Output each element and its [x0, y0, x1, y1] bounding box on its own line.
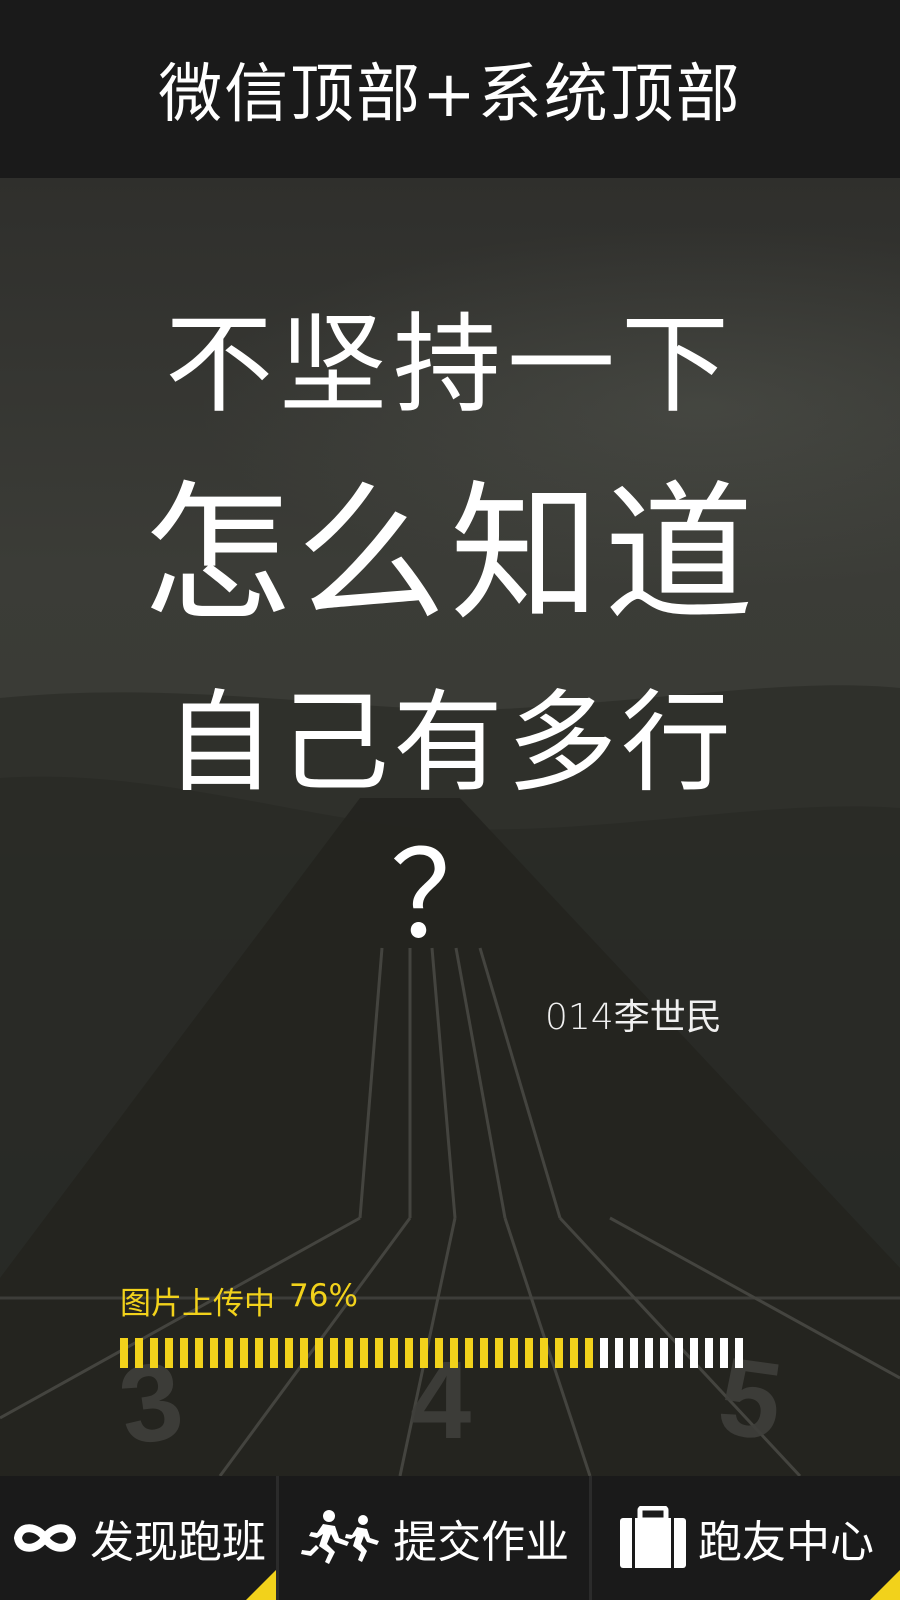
- progress-segment-filled: [285, 1338, 293, 1368]
- progress-segment-filled: [270, 1338, 278, 1368]
- upload-progress-bar: [120, 1338, 768, 1368]
- progress-segment-empty: [735, 1338, 743, 1368]
- progress-segment-filled: [390, 1338, 398, 1368]
- progress-segment-empty: [690, 1338, 698, 1368]
- hero-background: 3 4 5 不坚持一下 怎么知道 自己有多行 ？ 014李世民 图片上传中 76…: [0, 178, 900, 1476]
- progress-segment-filled: [225, 1338, 233, 1368]
- quote-line-1: 不坚持一下: [164, 303, 735, 428]
- upload-label-text: 图片上传中: [120, 1286, 275, 1322]
- progress-segment-filled: [300, 1338, 308, 1368]
- progress-segment-filled: [525, 1338, 533, 1368]
- tab-label: 跑友中心: [698, 1517, 875, 1568]
- tab-submit-homework[interactable]: 提交作业: [276, 1476, 589, 1600]
- progress-segment-empty: [645, 1338, 653, 1368]
- tab-runner-center[interactable]: 跑友中心: [589, 1476, 900, 1600]
- progress-segment-filled: [240, 1338, 248, 1368]
- upload-percent: 76%: [289, 1278, 358, 1314]
- progress-segment-filled: [540, 1338, 548, 1368]
- progress-segment-filled: [570, 1338, 578, 1368]
- tab-label: 发现跑班: [90, 1517, 267, 1568]
- progress-segment-filled: [255, 1338, 263, 1368]
- progress-segment-filled: [210, 1338, 218, 1368]
- progress-segment-empty: [660, 1338, 668, 1368]
- progress-segment-empty: [600, 1338, 608, 1368]
- progress-segment-filled: [420, 1338, 428, 1368]
- progress-segment-filled: [465, 1338, 473, 1368]
- progress-segment-filled: [135, 1338, 143, 1368]
- selected-corner-indicator: [246, 1570, 277, 1600]
- progress-segment-filled: [435, 1338, 443, 1368]
- progress-segment-filled: [480, 1338, 488, 1368]
- progress-segment-filled: [555, 1338, 563, 1368]
- progress-segment-filled: [375, 1338, 383, 1368]
- briefcase-icon: [618, 1506, 688, 1570]
- upload-status: 图片上传中 76%: [120, 1278, 358, 1323]
- progress-segment-filled: [450, 1338, 458, 1368]
- progress-segment-filled: [495, 1338, 503, 1368]
- top-bar: 微信顶部+系统顶部: [0, 0, 900, 178]
- progress-segment-empty: [675, 1338, 683, 1368]
- quote-question-mark: ？: [390, 827, 510, 966]
- progress-segment-filled: [180, 1338, 188, 1368]
- progress-segment-empty: [720, 1338, 728, 1368]
- progress-segment-filled: [405, 1338, 413, 1368]
- progress-segment-empty: [705, 1338, 713, 1368]
- progress-segment-filled: [150, 1338, 158, 1368]
- bottom-tab-bar: 发现跑班 提交作业 跑友中心: [0, 1476, 900, 1600]
- progress-segment-filled: [345, 1338, 353, 1368]
- progress-segment-filled: [585, 1338, 593, 1368]
- corner-indicator: [870, 1570, 900, 1600]
- progress-segment-filled: [330, 1338, 338, 1368]
- progress-segment-filled: [120, 1338, 128, 1368]
- tab-discover-running-class[interactable]: 发现跑班: [0, 1476, 277, 1600]
- header-title: 微信顶部+系统顶部: [158, 58, 742, 132]
- progress-segment-filled: [315, 1338, 323, 1368]
- infinity-icon: [10, 1518, 80, 1558]
- progress-segment-empty: [630, 1338, 638, 1368]
- progress-segment-filled: [195, 1338, 203, 1368]
- progress-segment-empty: [615, 1338, 623, 1368]
- progress-segment-filled: [165, 1338, 173, 1368]
- quote-line-2: 怎么知道: [141, 468, 758, 642]
- quote-author: 014李世民: [545, 997, 722, 1038]
- progress-segment-filled: [360, 1338, 368, 1368]
- runners-icon: [299, 1508, 383, 1568]
- progress-segment-filled: [510, 1338, 518, 1368]
- tab-label: 提交作业: [393, 1517, 570, 1568]
- quote-line-3: 自己有多行: [165, 679, 735, 807]
